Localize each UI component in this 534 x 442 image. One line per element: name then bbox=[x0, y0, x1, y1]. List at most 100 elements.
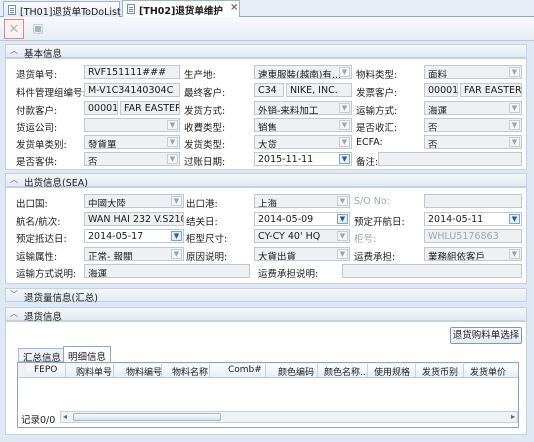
supply-select[interactable]: 否 ▼ bbox=[84, 152, 180, 166]
chevron-down-icon[interactable]: ▼ bbox=[339, 103, 350, 113]
customs-date-label: 结关日: bbox=[186, 217, 218, 228]
chevron-down-icon[interactable]: ▼ bbox=[337, 196, 348, 206]
calendar-dropdown-icon[interactable]: ▼ bbox=[509, 214, 520, 224]
calendar-dropdown-icon[interactable]: ▼ bbox=[171, 231, 182, 241]
document-icon bbox=[8, 5, 16, 15]
freight-co-label: 货运公司: bbox=[16, 123, 58, 134]
chevron-down-icon[interactable]: ▼ bbox=[167, 154, 178, 164]
mgmt-group-label: 料件管理组编号: bbox=[16, 88, 86, 99]
col-header[interactable]: 发货单价 bbox=[464, 364, 518, 377]
tab-detail[interactable]: 明细信息 bbox=[63, 346, 112, 363]
freight-bear-value: 業務組依客戶 bbox=[428, 252, 486, 261]
origin-select[interactable]: 速東服裝(越南)有... ▼ bbox=[254, 65, 352, 79]
tab-maintenance[interactable]: [TH02]退货单维护 × bbox=[122, 0, 240, 18]
transport-select[interactable]: 海運 ▼ bbox=[424, 101, 522, 115]
toolbar: ✕ ▣ bbox=[0, 17, 534, 41]
vessel-label: 航名/航次: bbox=[16, 217, 61, 228]
collect-value: 否 bbox=[428, 123, 438, 132]
freight-desc-label: 运费承担说明: bbox=[258, 269, 319, 280]
post-date-label: 过账日期: bbox=[184, 157, 226, 168]
scroll-left-icon[interactable]: ◂ bbox=[63, 412, 67, 421]
export-country-label: 出口国: bbox=[16, 199, 48, 210]
col-header[interactable]: 使用规格 bbox=[368, 364, 416, 377]
col-header[interactable]: 物料编号 bbox=[114, 364, 162, 377]
supply-label: 是否客供: bbox=[16, 157, 58, 168]
goods-type-label: 发货类型: bbox=[184, 140, 226, 151]
col-header[interactable]: 物料名称 bbox=[162, 364, 210, 377]
collect-select[interactable]: 否 ▼ bbox=[424, 118, 522, 132]
chevron-down-icon[interactable]: ▼ bbox=[509, 120, 520, 130]
post-date-picker[interactable]: 2015-11-11 ▼ bbox=[254, 152, 352, 166]
chevron-down-icon[interactable]: ▼ bbox=[509, 67, 520, 77]
sail-date-picker[interactable]: 2014-05-11 ▼ bbox=[424, 212, 522, 226]
container-select[interactable]: CY-CY 40' HQ ▼ bbox=[254, 229, 350, 243]
chevron-down-icon[interactable]: ▼ bbox=[509, 249, 520, 259]
transport-attr-label: 运输属性: bbox=[16, 252, 58, 263]
shipping-info-header[interactable]: ︿ 出货信息(SEA) bbox=[5, 173, 527, 189]
goods-type-select[interactable]: 大货 ▼ bbox=[254, 135, 352, 149]
basic-info-header[interactable]: ︿ 基本信息 bbox=[5, 44, 527, 60]
calendar-dropdown-icon[interactable]: ▼ bbox=[339, 154, 350, 164]
export-port-select[interactable]: 上海 ▼ bbox=[254, 194, 350, 208]
freight-bear-select[interactable]: 業務組依客戶 ▼ bbox=[424, 247, 522, 261]
chevron-down-icon[interactable]: ▼ bbox=[167, 137, 178, 147]
qty-info-header[interactable]: ﹀ 退货量信息(汇总) bbox=[5, 288, 527, 304]
document-icon bbox=[127, 4, 135, 14]
tab-summary[interactable]: 汇总信息 bbox=[18, 348, 67, 364]
return-info-header[interactable]: ︿ 退货信息 bbox=[5, 307, 527, 323]
save-button[interactable]: ▣ bbox=[28, 19, 48, 39]
col-header[interactable]: Comb# bbox=[210, 364, 266, 377]
col-header[interactable]: 购料单号 bbox=[66, 364, 114, 377]
scrollbar-thumb[interactable] bbox=[73, 413, 221, 421]
transport-attr-select[interactable]: 正常- 報關 ▼ bbox=[84, 247, 184, 261]
origin-value: 速東服裝(越南)有... bbox=[258, 70, 341, 79]
invoice-cust-label: 发票客户: bbox=[356, 88, 398, 99]
customs-date-picker[interactable]: 2014-05-09 ▼ bbox=[254, 212, 350, 226]
reason-select[interactable]: 大貨出貨 ▼ bbox=[254, 247, 350, 261]
tab-todolist[interactable]: [TH01]退货单ToDoList bbox=[3, 1, 121, 18]
recv-type-value: 销售 bbox=[258, 123, 278, 132]
chevron-down-icon[interactable]: ▼ bbox=[339, 67, 350, 77]
col-header[interactable]: 颜色名称... bbox=[318, 364, 368, 377]
chevron-down-icon[interactable]: ▼ bbox=[171, 196, 182, 206]
close-tab-icon[interactable]: × bbox=[230, 2, 238, 13]
mgmt-group-field: M-V1C34140304C bbox=[84, 83, 180, 97]
chevron-down-icon[interactable]: ▼ bbox=[509, 103, 520, 113]
remark-field[interactable] bbox=[378, 152, 522, 166]
chevron-down-icon[interactable]: ▼ bbox=[509, 137, 520, 147]
button-label: 退货购料单选择 bbox=[452, 330, 520, 341]
vessel-field: WAN HAI 232 V.S210 bbox=[84, 212, 184, 226]
chevron-down-icon[interactable]: ▼ bbox=[339, 137, 350, 147]
chevron-up-icon: ︿ bbox=[10, 46, 18, 55]
final-cust-code: C34 bbox=[254, 83, 284, 97]
ecfa-select[interactable]: 否 ▼ bbox=[424, 135, 522, 149]
arrival-date-picker[interactable]: 2014-05-17 ▼ bbox=[84, 229, 184, 243]
col-header[interactable]: FEPO bbox=[26, 364, 66, 377]
export-country-select[interactable]: 中國大陸 ▼ bbox=[84, 194, 184, 208]
select-purchase-order-button[interactable]: 退货购料单选择 bbox=[450, 327, 522, 344]
reason-label: 原因说明: bbox=[186, 252, 228, 263]
material-type-select[interactable]: 面料 ▼ bbox=[424, 65, 522, 79]
export-port-value: 上海 bbox=[258, 199, 278, 208]
ship-method-select[interactable]: 外销-来料加工 ▼ bbox=[254, 101, 352, 115]
chevron-down-icon[interactable]: ▼ bbox=[171, 249, 182, 259]
col-header[interactable]: 颜色编码 bbox=[266, 364, 318, 377]
recv-type-select[interactable]: 销售 ▼ bbox=[254, 118, 352, 132]
export-country-value: 中國大陸 bbox=[88, 199, 127, 208]
freight-co-select[interactable]: ▼ bbox=[84, 118, 180, 132]
calendar-dropdown-icon[interactable]: ▼ bbox=[337, 214, 348, 224]
doc-type-select[interactable]: 發貨單 ▼ bbox=[84, 135, 180, 149]
chevron-down-icon[interactable]: ▼ bbox=[167, 120, 178, 130]
customs-date-value: 2014-05-09 bbox=[258, 214, 314, 225]
col-header[interactable]: 发货币别 bbox=[416, 364, 464, 377]
chevron-down-icon[interactable]: ▼ bbox=[337, 249, 348, 259]
chevron-down-icon[interactable]: ▼ bbox=[337, 231, 348, 241]
freight-desc-field bbox=[342, 264, 522, 278]
cabinet-field: WHLU5176863 bbox=[424, 229, 522, 243]
chevron-down-icon[interactable]: ▼ bbox=[339, 120, 350, 130]
scroll-right-icon[interactable]: ▸ bbox=[511, 412, 515, 421]
delete-button[interactable]: ✕ bbox=[4, 19, 24, 39]
transport-attr-value: 正常- 報關 bbox=[88, 252, 133, 261]
horizontal-scrollbar[interactable]: ◂ ▸ bbox=[60, 411, 518, 423]
so-label: S/O No: bbox=[354, 196, 390, 207]
